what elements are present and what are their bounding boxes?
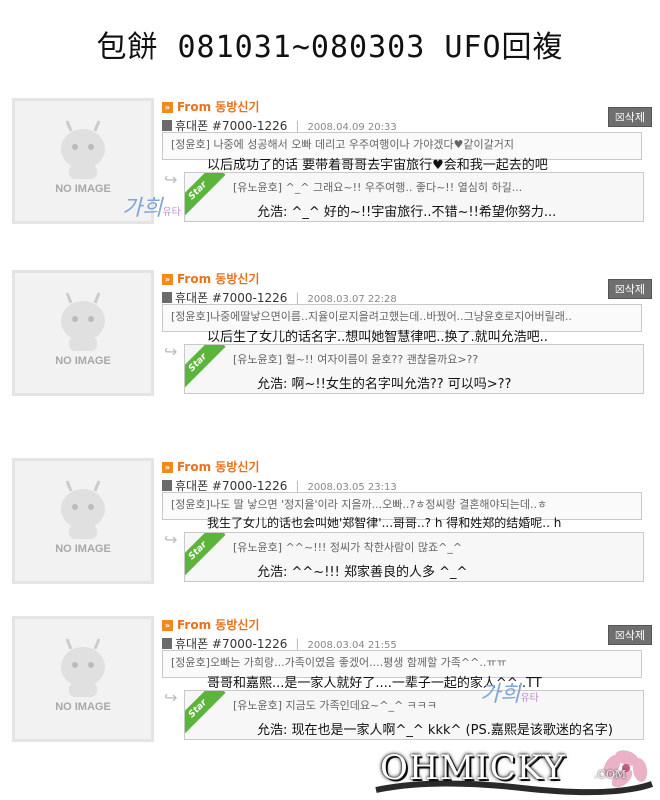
message-translation: 以后生了女儿的话名字..想叫她智慧律吧..换了.就叫允浩吧.. [207, 330, 548, 345]
signature-watermark: 가희유타 [480, 682, 539, 707]
from-label: From 동방신기 [177, 618, 260, 632]
reply-arrow-icon: ↪ [164, 688, 178, 707]
reply-translation: 允浩: ^_^ 好的~!!宇宙旅行..不错~!!希望你努力... [257, 205, 557, 220]
reply-arrow-icon: ↪ [164, 170, 178, 189]
page-title: 包餅 081031~080303 UFO回複 [96, 30, 564, 65]
double-arrow-icon: » [162, 462, 173, 473]
phone-icon [162, 120, 172, 131]
double-arrow-icon: » [162, 102, 173, 113]
reply-text: [유노윤호] ^_^ 그래요~!! 우주여행.. 좋다~!! 열심히 하길... [233, 181, 523, 194]
star-ribbon: Star [185, 345, 226, 391]
sender: 휴대폰 #7000-1226 [175, 291, 288, 305]
no-image-thumbnail: NO IMAGE [12, 616, 154, 742]
reply-text: [유노윤호] 헐~!! 여자이름이 윤호?? 괜찮을까요>?? [233, 353, 479, 366]
logo-suffix: .COM [594, 768, 627, 781]
reply-arrow-icon: ↪ [164, 530, 178, 549]
message-translation: 以后成功了的话 要带着哥哥去宇宙旅行♥会和我一起去的吧 [207, 158, 548, 173]
reply-translation: 允浩: 现在也是一家人啊^_^ kkk^ (PS.嘉熙是该歌迷的名字) [257, 723, 613, 738]
delete-button[interactable]: ☒삭제 [607, 107, 652, 127]
phone-icon [162, 480, 172, 491]
sender: 휴대폰 #7000-1226 [175, 637, 288, 651]
no-image-label: NO IMAGE [55, 543, 111, 555]
reply-translation: 允浩: 啊~!!女生的名字叫允浩?? 可以吗>?? [257, 377, 512, 392]
reply-text: [유노윤호] ^^~!!! 정씨가 착한사람이 많죠^_^ [233, 541, 463, 554]
star-ribbon: Star [185, 691, 226, 737]
no-image-label: NO IMAGE [55, 701, 111, 713]
signature-watermark: 가희유타 [122, 196, 181, 221]
message-card: NO IMAGE » From 동방신기 휴대폰 #7000-1226 | 2008.… [12, 270, 652, 420]
double-arrow-icon: » [162, 274, 173, 285]
delete-button[interactable]: ☒삭제 [607, 625, 652, 645]
reply-box: Star [유노윤호] 지금도 가족인데요~^_^ ㅋㅋㅋ 允浩: 现在也是一家… [184, 690, 644, 740]
sender: 휴대폰 #7000-1226 [175, 119, 288, 133]
no-image-label: NO IMAGE [55, 355, 111, 367]
ohmicky-logo: OHMICKY .COM [372, 738, 660, 800]
phone-icon [162, 292, 172, 303]
message-card: NO IMAGE » From 동방신기 휴대폰 #7000-1226 | 2008.… [12, 458, 652, 608]
from-header: » From 동방신기 [162, 98, 259, 115]
reply-translation: 允浩: ^^~!!! 郑家善良的人多 ^_^ [257, 565, 468, 580]
reply-text: [유노윤호] 지금도 가족인데요~^_^ ㅋㅋㅋ [233, 699, 438, 712]
double-arrow-icon: » [162, 620, 173, 631]
from-label: From 동방신기 [177, 272, 260, 286]
reply-box: Star [유노윤호] 헐~!! 여자이름이 윤호?? 괜찮을까요>?? 允浩:… [184, 344, 644, 394]
delete-button[interactable]: ☒삭제 [607, 279, 652, 299]
message-card: NO IMAGE » From 동방신기 휴대폰 #7000-1226 | 2008.… [12, 98, 652, 248]
message-translation: 我生了女儿的话也会叫她'郑智律'...哥哥..? h 得和姓郑的结婚呢.. h [207, 516, 562, 530]
no-image-thumbnail: NO IMAGE [12, 458, 154, 584]
reply-arrow-icon: ↪ [164, 342, 178, 361]
from-header: » From 동방신기 [162, 616, 259, 633]
from-header: » From 동방신기 [162, 270, 259, 287]
sender: 휴대폰 #7000-1226 [175, 479, 288, 493]
mascot-icon [61, 480, 105, 539]
star-ribbon: Star [185, 173, 226, 219]
from-label: From 동방신기 [177, 100, 260, 114]
phone-icon [162, 638, 172, 649]
star-ribbon: Star [185, 533, 226, 579]
from-label: From 동방신기 [177, 460, 260, 474]
from-header: » From 동방신기 [162, 458, 259, 475]
no-image-thumbnail: NO IMAGE [12, 270, 154, 396]
mascot-icon [61, 292, 105, 351]
mascot-icon [61, 638, 105, 697]
logo-text: OHMICKY [380, 748, 566, 788]
reply-box: Star [유노윤호] ^_^ 그래요~!! 우주여행.. 좋다~!! 열심히 … [184, 172, 644, 222]
reply-box: Star [유노윤호] ^^~!!! 정씨가 착한사람이 많죠^_^ 允浩: ^… [184, 532, 644, 582]
